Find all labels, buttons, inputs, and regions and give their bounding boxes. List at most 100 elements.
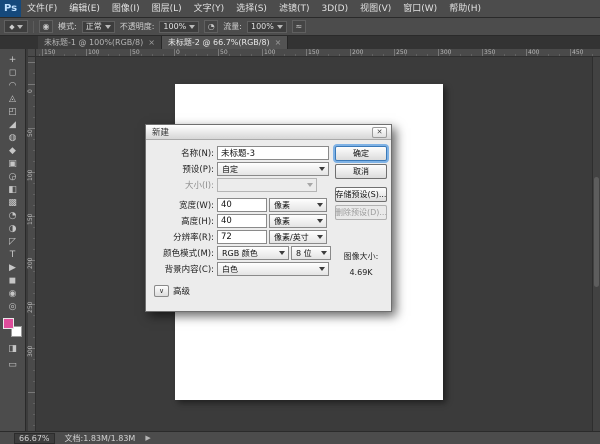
status-bar: 66.67% 文档:1.83M/1.83M ▶ (0, 431, 600, 444)
resolution-input[interactable] (217, 230, 267, 244)
width-row: 宽度(W): 像素 (150, 198, 336, 212)
close-icon[interactable]: × (148, 38, 155, 47)
foreground-color-swatch[interactable] (2, 318, 14, 329)
ok-button[interactable]: 确定 (335, 146, 387, 161)
menu-item-layer[interactable]: 图层(L) (146, 0, 188, 18)
ruler-number: 350 (484, 49, 496, 56)
color-mode-value: RGB 颜色 (222, 248, 258, 258)
ruler-number: 300 (440, 49, 452, 56)
height-unit-select[interactable]: 像素 (269, 214, 327, 228)
height-row: 高度(H): 像素 (150, 214, 336, 228)
menu-item-type[interactable]: 文字(Y) (188, 0, 231, 18)
chevron-down-icon (307, 183, 313, 187)
scrollbar-thumb[interactable] (594, 177, 599, 287)
chevron-down-icon (276, 24, 283, 29)
dodge-tool-icon[interactable]: ◑ (2, 222, 24, 235)
width-unit-select[interactable]: 像素 (269, 198, 327, 212)
save-preset-button[interactable]: 存储预设(S)... (335, 187, 387, 202)
eyedropper-tool-icon[interactable]: ◢ (2, 118, 24, 131)
document-size-info: 文档:1.83M/1.83M (64, 433, 136, 443)
brush-tool-icon[interactable]: ◆ (2, 144, 24, 157)
menu-item-edit[interactable]: 编辑(E) (63, 0, 106, 18)
zoom-tool-icon[interactable]: ◎ (2, 300, 24, 313)
status-menu-arrow-icon[interactable]: ▶ (145, 434, 150, 442)
expand-advanced-icon[interactable]: ∨ (154, 285, 169, 297)
close-icon[interactable]: × (275, 38, 282, 47)
tab-label: 未标题-1 @ 100%(RGB/8) (44, 38, 144, 47)
ruler-origin-corner (28, 49, 36, 57)
chevron-down-icon (104, 24, 111, 29)
tool-preset-picker[interactable]: ◆ (4, 20, 28, 33)
path-select-tool-icon[interactable]: ▶ (2, 261, 24, 274)
menu-item-image[interactable]: 图像(I) (106, 0, 146, 18)
opacity-dropdown[interactable]: 100% (159, 20, 200, 33)
opacity-value: 100% (163, 22, 187, 31)
menu-item-3d[interactable]: 3D(D) (315, 0, 354, 18)
advanced-section: ∨ 高级 (154, 284, 336, 298)
pressure-opacity-icon[interactable]: ◔ (204, 20, 219, 33)
crop-tool-icon[interactable]: ◰ (2, 105, 24, 118)
quick-mask-icon[interactable]: ◨ (2, 342, 24, 355)
ruler-number: 100 (27, 169, 34, 181)
preset-select[interactable]: 自定 (217, 162, 329, 176)
ruler-number: 100 (264, 49, 276, 56)
clone-stamp-tool-icon[interactable]: ▣ (2, 157, 24, 170)
healing-brush-tool-icon[interactable]: ◍ (2, 131, 24, 144)
background-select[interactable]: 白色 (217, 262, 329, 276)
background-value: 白色 (222, 264, 238, 274)
height-label: 高度(H): (181, 217, 214, 227)
ruler-number: 50 (132, 49, 140, 56)
menu-item-help[interactable]: 帮助(H) (443, 0, 487, 18)
menu-item-file[interactable]: 文件(F) (21, 0, 63, 18)
type-tool-icon[interactable]: T (2, 248, 24, 261)
tool-options-bar: ◆ ◉ 模式: 正常 不透明度: 100% ◔ 流量: 100% ≈ (0, 18, 600, 36)
new-document-dialog: 新建 ✕ 名称(N): 预设(P): 自定 大小(I): 宽度(W): 像素 (145, 124, 392, 312)
image-size-label: 图像大小: (343, 252, 379, 261)
mode-dropdown[interactable]: 正常 (81, 20, 115, 33)
menu-item-view[interactable]: 视图(V) (354, 0, 397, 18)
width-input[interactable] (217, 198, 267, 212)
cancel-button[interactable]: 取消 (335, 164, 387, 179)
history-brush-tool-icon[interactable]: ◶ (2, 170, 24, 183)
lasso-tool-icon[interactable]: ◠ (2, 79, 24, 92)
marquee-tool-icon[interactable]: ◻ (2, 66, 24, 79)
name-input[interactable] (217, 146, 329, 160)
ruler-number: 0 (176, 49, 180, 56)
screen-mode-icon[interactable]: ▭ (2, 358, 24, 371)
color-mode-select[interactable]: RGB 颜色 (217, 246, 289, 260)
close-icon[interactable]: ✕ (372, 126, 387, 138)
preset-label: 预设(P): (182, 165, 214, 175)
tab-untitled-1[interactable]: 未标题-1 @ 100%(RGB/8) × (38, 36, 162, 49)
menu-item-select[interactable]: 选择(S) (230, 0, 273, 18)
eraser-tool-icon[interactable]: ◧ (2, 183, 24, 196)
quick-select-tool-icon[interactable]: ◬ (2, 92, 24, 105)
hand-tool-icon[interactable]: ◉ (2, 287, 24, 300)
flow-dropdown[interactable]: 100% (246, 20, 287, 33)
vertical-scrollbar[interactable] (592, 57, 600, 431)
width-label: 宽度(W): (179, 201, 214, 211)
gradient-tool-icon[interactable]: ▩ (2, 196, 24, 209)
chevron-down-icon (321, 251, 327, 255)
shape-tool-icon[interactable]: ◼ (2, 274, 24, 287)
blur-tool-icon[interactable]: ◔ (2, 209, 24, 222)
height-input[interactable] (217, 214, 267, 228)
chevron-down-icon (319, 167, 325, 171)
ruler-number: 200 (352, 49, 364, 56)
pen-tool-icon[interactable]: ◸ (2, 235, 24, 248)
brush-panel-toggle-icon[interactable]: ◉ (39, 20, 53, 33)
ruler-number: 0 (27, 89, 34, 93)
move-tool-icon[interactable]: + (2, 53, 24, 66)
bit-depth-select[interactable]: 8 位 (291, 246, 331, 260)
airbrush-icon[interactable]: ≈ (291, 20, 306, 33)
size-row: 大小(I): (150, 178, 336, 192)
ruler-number: 50 (27, 129, 34, 137)
menu-item-filter[interactable]: 滤镜(T) (273, 0, 316, 18)
resolution-unit-select[interactable]: 像素/英寸 (269, 230, 327, 244)
photoshop-window: { "menubar": { "logo": "Ps", "items": ["… (0, 0, 600, 444)
ruler-number: 50 (220, 49, 228, 56)
dialog-title-bar[interactable]: 新建 ✕ (146, 125, 391, 140)
zoom-level-field[interactable]: 66.67% (14, 432, 55, 444)
menu-item-window[interactable]: 窗口(W) (397, 0, 443, 18)
tab-untitled-2[interactable]: 未标题-2 @ 66.7%(RGB/8) × (161, 36, 289, 49)
color-mode-row: 颜色模式(M): RGB 颜色 8 位 (150, 246, 336, 260)
